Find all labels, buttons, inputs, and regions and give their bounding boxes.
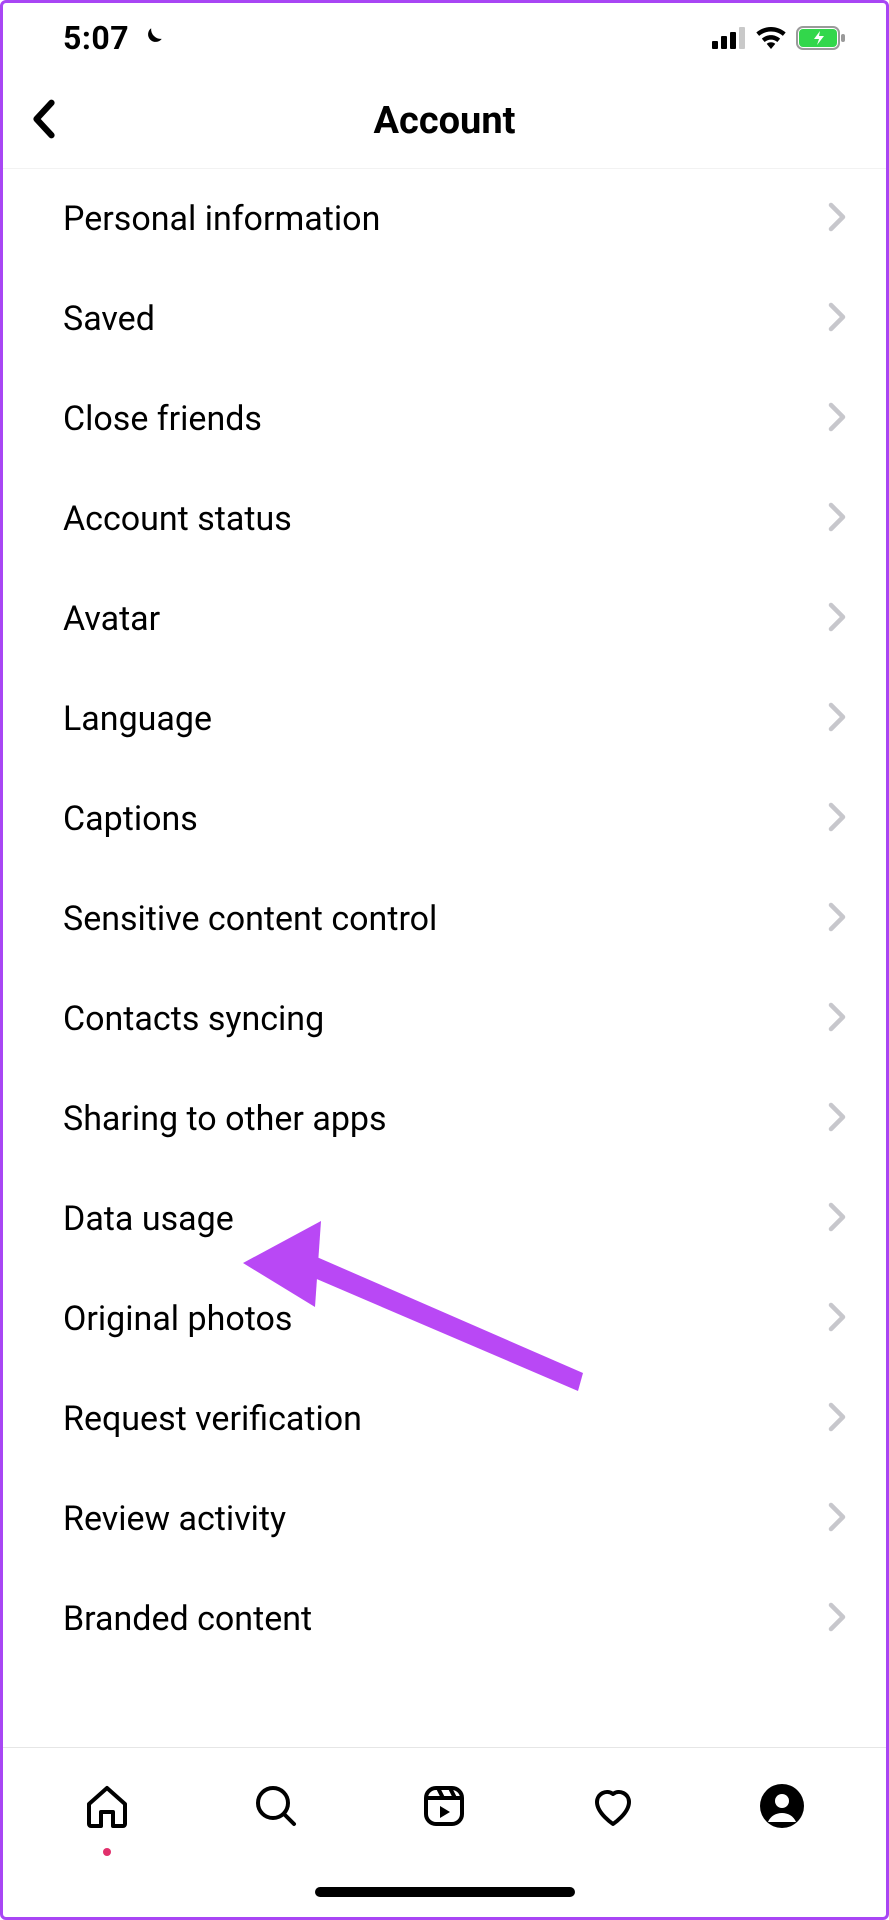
chevron-right-icon	[828, 902, 846, 936]
chevron-right-icon	[828, 1102, 846, 1136]
reels-icon	[420, 1782, 468, 1833]
list-item-request-verification[interactable]: Request verification	[3, 1369, 886, 1469]
chevron-right-icon	[828, 1302, 846, 1336]
list-item-personal-information[interactable]: Personal information	[3, 169, 886, 269]
search-icon	[252, 1782, 300, 1833]
profile-icon	[758, 1782, 806, 1833]
nav-activity-button[interactable]	[573, 1768, 653, 1848]
chevron-right-icon	[828, 702, 846, 736]
chevron-right-icon	[828, 302, 846, 336]
chevron-right-icon	[828, 1202, 846, 1236]
list-item-saved[interactable]: Saved	[3, 269, 886, 369]
page-header: Account	[3, 73, 886, 169]
list-item-label: Saved	[63, 299, 155, 339]
cellular-signal-icon	[712, 27, 746, 49]
page-title: Account	[3, 99, 886, 143]
list-item-original-photos[interactable]: Original photos	[3, 1269, 886, 1369]
list-item-label: Contacts syncing	[63, 999, 324, 1039]
list-item-label: Account status	[63, 499, 292, 539]
list-item-label: Review activity	[63, 1499, 286, 1539]
nav-reels-button[interactable]	[404, 1768, 484, 1848]
chevron-left-icon	[30, 99, 58, 142]
list-item-contacts-syncing[interactable]: Contacts syncing	[3, 969, 886, 1069]
list-item-branded-content[interactable]: Branded content	[3, 1569, 886, 1669]
home-indicator[interactable]	[315, 1887, 575, 1897]
list-item-label: Captions	[63, 799, 198, 839]
list-item-label: Sensitive content control	[63, 899, 437, 939]
list-item-label: Original photos	[63, 1299, 292, 1339]
status-bar: 5:07	[3, 3, 886, 73]
chevron-right-icon	[828, 1602, 846, 1636]
list-item-label: Close friends	[63, 399, 262, 439]
chevron-right-icon	[828, 602, 846, 636]
status-left: 5:07	[63, 19, 165, 57]
chevron-right-icon	[828, 1002, 846, 1036]
list-item-sensitive-content-control[interactable]: Sensitive content control	[3, 869, 886, 969]
nav-home-button[interactable]	[67, 1768, 147, 1848]
chevron-right-icon	[828, 1502, 846, 1536]
list-item-label: Branded content	[63, 1599, 312, 1639]
chevron-right-icon	[828, 802, 846, 836]
back-button[interactable]	[9, 86, 79, 156]
list-item-data-usage[interactable]: Data usage	[3, 1169, 886, 1269]
list-item-avatar[interactable]: Avatar	[3, 569, 886, 669]
list-item-captions[interactable]: Captions	[3, 769, 886, 869]
chevron-right-icon	[828, 1402, 846, 1436]
status-time: 5:07	[63, 19, 129, 57]
moon-icon	[139, 25, 165, 51]
battery-charging-icon	[796, 26, 846, 50]
chevron-right-icon	[828, 402, 846, 436]
bottom-nav	[3, 1747, 886, 1867]
list-item-review-activity[interactable]: Review activity	[3, 1469, 886, 1569]
heart-icon	[589, 1782, 637, 1833]
nav-profile-button[interactable]	[742, 1768, 822, 1848]
list-item-label: Sharing to other apps	[63, 1099, 387, 1139]
list-item-sharing-to-other-apps[interactable]: Sharing to other apps	[3, 1069, 886, 1169]
wifi-icon	[756, 27, 786, 49]
list-item-language[interactable]: Language	[3, 669, 886, 769]
list-item-account-status[interactable]: Account status	[3, 469, 886, 569]
settings-list: Personal information Saved Close friends…	[3, 169, 886, 1747]
list-item-close-friends[interactable]: Close friends	[3, 369, 886, 469]
device-frame: 5:07	[0, 0, 889, 1920]
chevron-right-icon	[828, 202, 846, 236]
list-item-label: Avatar	[63, 599, 160, 639]
home-indicator-area	[3, 1867, 886, 1917]
list-item-label: Language	[63, 699, 212, 739]
list-item-label: Request verification	[63, 1399, 362, 1439]
chevron-right-icon	[828, 502, 846, 536]
nav-home-dot	[103, 1848, 111, 1856]
list-item-label: Data usage	[63, 1199, 234, 1239]
nav-search-button[interactable]	[236, 1768, 316, 1848]
home-icon	[83, 1782, 131, 1833]
list-item-label: Personal information	[63, 199, 380, 239]
status-right	[712, 26, 846, 50]
